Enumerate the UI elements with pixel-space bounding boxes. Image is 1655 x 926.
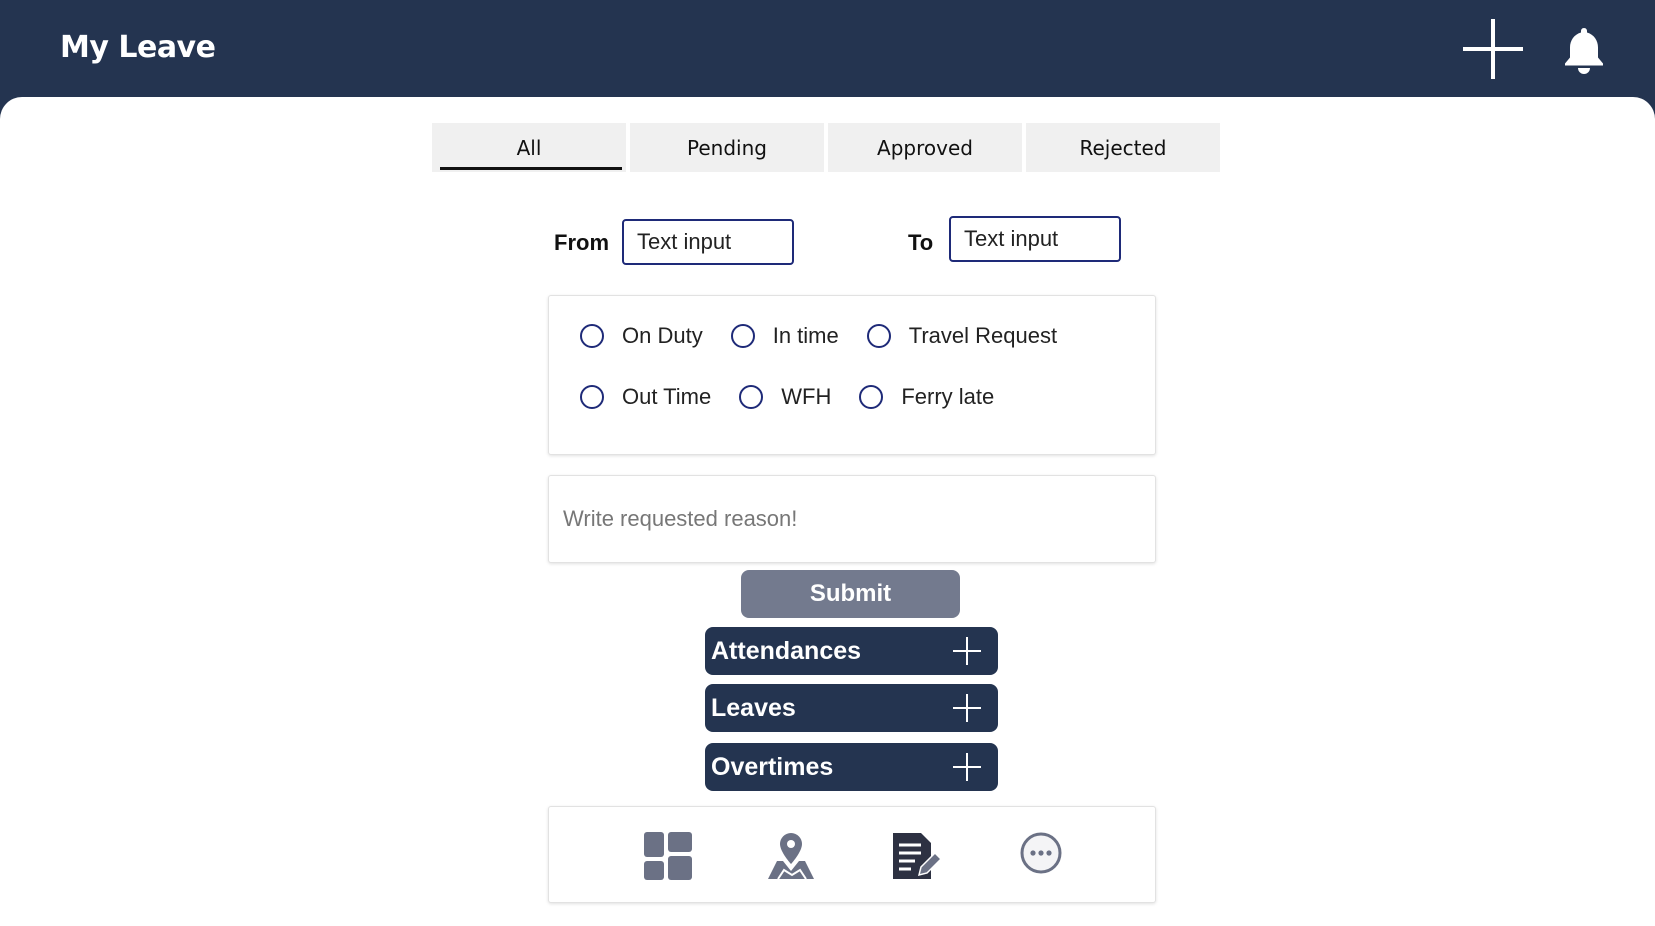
radio-label: WFH	[781, 384, 832, 409]
tab-all[interactable]: All	[432, 123, 626, 172]
main-content: All Pending Approved Rejected From To On…	[0, 97, 1655, 926]
radio-in-time[interactable]: In time	[730, 323, 839, 349]
attendances-button[interactable]: Attendances	[705, 627, 998, 675]
tab-pending[interactable]: Pending	[630, 123, 824, 172]
submit-button[interactable]: Submit	[741, 570, 960, 618]
plus-icon	[953, 694, 981, 722]
add-icon[interactable]	[1461, 17, 1525, 81]
section-label: Attendances	[711, 636, 862, 665]
tab-approved[interactable]: Approved	[828, 123, 1022, 172]
dashboard-icon[interactable]	[643, 831, 693, 881]
radio-on-duty[interactable]: On Duty	[580, 323, 703, 349]
radio-circle	[580, 385, 604, 409]
plus-icon	[953, 637, 981, 665]
section-label: Leaves	[711, 693, 796, 722]
bell-icon[interactable]	[1562, 26, 1606, 74]
bottom-nav	[548, 806, 1156, 903]
radio-label: In time	[772, 323, 839, 348]
radio-wfh[interactable]: WFH	[739, 384, 831, 410]
more-icon[interactable]	[1016, 831, 1066, 881]
radio-circle	[866, 324, 891, 348]
submit-label: Submit	[809, 580, 892, 607]
app-header: My Leave	[0, 0, 1655, 97]
tab-label: Approved	[877, 135, 973, 160]
status-tabs: All Pending Approved Rejected	[432, 123, 1220, 172]
section-label: Overtimes	[711, 752, 834, 781]
overtimes-button[interactable]: Overtimes	[705, 743, 998, 791]
radio-label: Travel Request	[908, 323, 1058, 348]
map-location-icon[interactable]	[766, 831, 816, 881]
request-type-card	[548, 295, 1156, 455]
radio-circle	[580, 324, 604, 348]
tab-label: All	[516, 135, 542, 160]
radio-label: Out Time	[622, 384, 712, 409]
plus-icon	[953, 753, 981, 781]
to-label: To	[908, 230, 934, 255]
page-title: My Leave	[60, 30, 216, 65]
radio-ferry-late[interactable]: Ferry late	[859, 384, 994, 410]
reason-input[interactable]	[548, 475, 1156, 563]
from-date-input[interactable]	[622, 219, 794, 265]
tab-rejected[interactable]: Rejected	[1026, 123, 1220, 172]
edit-document-icon[interactable]	[891, 831, 943, 881]
tab-label: Pending	[687, 135, 767, 160]
to-date-input[interactable]	[949, 216, 1121, 262]
radio-circle	[739, 385, 764, 409]
tab-label: Rejected	[1079, 135, 1167, 160]
radio-label: On Duty	[622, 323, 703, 348]
radio-circle	[859, 385, 884, 409]
request-type-row-1: On Duty In time Travel Request	[580, 323, 1085, 349]
from-label: From	[554, 230, 609, 255]
radio-circle	[730, 324, 755, 348]
leaves-button[interactable]: Leaves	[705, 684, 998, 732]
radio-travel-request[interactable]: Travel Request	[866, 323, 1058, 349]
request-type-row-2: Out Time WFH Ferry late	[580, 384, 1022, 410]
radio-label: Ferry late	[901, 384, 995, 409]
radio-out-time[interactable]: Out Time	[580, 384, 711, 410]
